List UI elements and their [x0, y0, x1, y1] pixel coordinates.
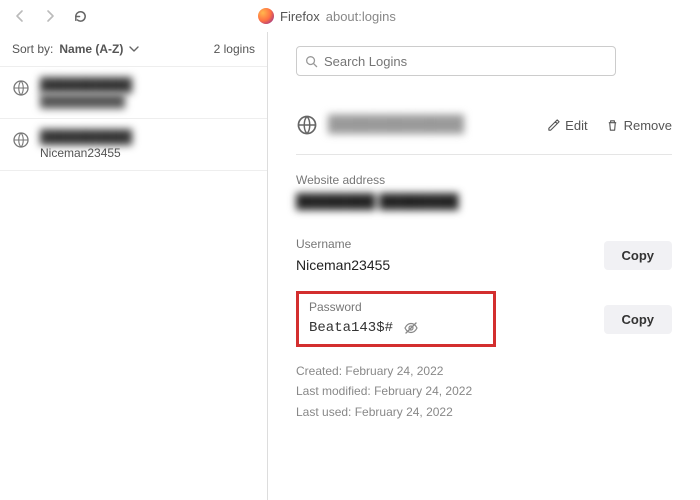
browser-name: Firefox: [280, 9, 320, 24]
password-highlight: Password Beata143$#: [296, 291, 496, 347]
globe-icon: [12, 79, 30, 97]
login-count: 2 logins: [214, 42, 255, 56]
globe-icon: [296, 114, 318, 136]
password-value: Beata143$#: [309, 320, 393, 336]
remove-label: Remove: [624, 118, 672, 133]
username-label: Username: [296, 237, 390, 251]
login-item-subtitle: ██████████: [40, 94, 132, 108]
url-text: about:logins: [326, 9, 396, 24]
divider: [296, 154, 672, 155]
main-panel: ████████████ Edit Remove Websi: [268, 32, 700, 500]
login-list: ██████████ ██████████ ██████████ Niceman…: [0, 67, 267, 500]
search-icon: [305, 55, 318, 68]
created-value: February 24, 2022: [345, 364, 443, 378]
address-bar[interactable]: Firefox about:logins: [258, 8, 396, 24]
trash-icon: [606, 119, 619, 132]
copy-password-button[interactable]: Copy: [604, 305, 673, 334]
list-item[interactable]: ██████████ ██████████: [0, 67, 267, 119]
chevron-down-icon[interactable]: [129, 44, 139, 54]
firefox-icon: [258, 8, 274, 24]
pencil-icon: [547, 119, 560, 132]
edit-label: Edit: [565, 118, 587, 133]
reload-button[interactable]: [68, 4, 92, 28]
content-area: Sort by: Name (A-Z) 2 logins ██████████ …: [0, 32, 700, 500]
eye-off-icon[interactable]: [403, 320, 419, 336]
login-item-title: ██████████: [40, 129, 132, 144]
detail-header: ████████████ Edit Remove: [296, 114, 672, 136]
copy-username-button[interactable]: Copy: [604, 241, 673, 270]
sort-row: Sort by: Name (A-Z) 2 logins: [0, 32, 267, 67]
metadata: Created: February 24, 2022 Last modified…: [296, 361, 672, 422]
sidebar: Sort by: Name (A-Z) 2 logins ██████████ …: [0, 32, 268, 500]
forward-button[interactable]: [38, 4, 62, 28]
created-label: Created:: [296, 364, 342, 378]
edit-button[interactable]: Edit: [547, 118, 587, 133]
browser-toolbar: Firefox about:logins: [0, 0, 700, 32]
sort-value[interactable]: Name (A-Z): [59, 42, 123, 56]
list-item[interactable]: ██████████ Niceman23455: [0, 119, 267, 171]
username-value: Niceman23455: [296, 257, 390, 273]
remove-button[interactable]: Remove: [606, 118, 672, 133]
search-box[interactable]: [296, 46, 616, 76]
back-button[interactable]: [8, 4, 32, 28]
password-label: Password: [309, 300, 483, 314]
used-value: February 24, 2022: [355, 405, 453, 419]
login-item-title: ██████████: [40, 77, 132, 92]
site-title: ████████████: [328, 116, 464, 134]
search-input[interactable]: [324, 54, 607, 69]
login-item-subtitle: Niceman23455: [40, 146, 132, 160]
used-label: Last used:: [296, 405, 351, 419]
globe-icon: [12, 131, 30, 149]
website-address-value[interactable]: ████████ ████████: [296, 193, 672, 209]
sort-label: Sort by:: [12, 42, 53, 56]
modified-label: Last modified:: [296, 384, 371, 398]
website-address-label: Website address: [296, 173, 672, 187]
modified-value: February 24, 2022: [374, 384, 472, 398]
